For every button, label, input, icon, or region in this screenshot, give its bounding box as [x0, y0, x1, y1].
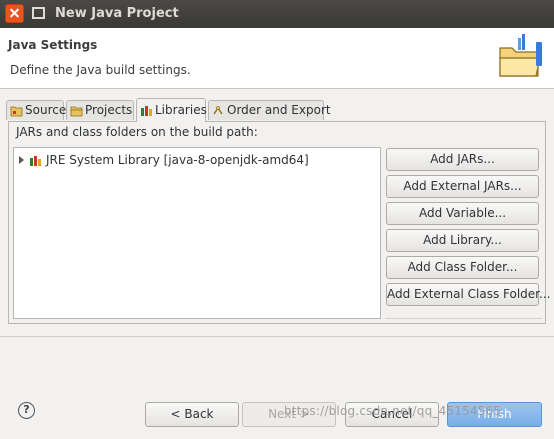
- add-external-class-folder-button[interactable]: Add External Class Folder...: [386, 283, 550, 306]
- window-title: New Java Project: [55, 6, 179, 21]
- page-title: Java Settings: [8, 38, 98, 52]
- tab-order-export-label: Order and Export: [227, 103, 331, 117]
- tab-projects-label: Projects: [85, 103, 133, 117]
- add-external-jars-button[interactable]: Add External JARs...: [386, 175, 539, 198]
- tree-item-jre-system-library[interactable]: JRE System Library [java-8-openjdk-amd64…: [16, 151, 309, 169]
- order-export-icon: [213, 105, 223, 114]
- libraries-icon: [141, 105, 152, 116]
- add-library-button[interactable]: Add Library...: [386, 229, 539, 252]
- help-button[interactable]: ?: [18, 402, 35, 419]
- close-window-button[interactable]: [5, 4, 24, 23]
- build-path-label: JARs and class folders on the build path…: [16, 125, 258, 139]
- tab-source-label: Source: [25, 103, 67, 117]
- tab-libraries[interactable]: Libraries: [136, 98, 207, 122]
- expand-arrow-icon[interactable]: [19, 156, 24, 164]
- wizard-header: Java Settings Define the Java build sett…: [0, 28, 554, 89]
- window-titlebar: New Java Project: [0, 0, 554, 28]
- libraries-tab-panel: JARs and class folders on the build path…: [8, 121, 550, 324]
- tab-source[interactable]: Source: [6, 100, 67, 120]
- build-path-tree[interactable]: JRE System Library [java-8-openjdk-amd64…: [13, 147, 381, 319]
- footer-separator: [0, 336, 554, 337]
- tab-libraries-label: Libraries: [155, 103, 207, 117]
- jre-library-icon: [30, 155, 41, 166]
- new-java-project-wizard-icon: [499, 34, 542, 77]
- add-variable-button[interactable]: Add Variable...: [386, 202, 539, 225]
- tree-item-label: JRE System Library [java-8-openjdk-amd64…: [46, 153, 309, 167]
- projects-folder-icon: [70, 106, 83, 116]
- add-class-folder-button[interactable]: Add Class Folder...: [386, 256, 539, 279]
- add-jars-button[interactable]: Add JARs...: [386, 148, 539, 171]
- maximize-window-button[interactable]: [29, 4, 48, 23]
- watermark-text: https://blog.csdn.net/qq_45154565: [284, 404, 502, 418]
- back-button[interactable]: < Back: [145, 402, 239, 427]
- button-area-divider: [385, 318, 542, 323]
- tab-projects[interactable]: Projects: [66, 100, 134, 120]
- source-folder-icon: [10, 106, 23, 116]
- page-description: Define the Java build settings.: [10, 63, 191, 77]
- tab-order-and-export[interactable]: Order and Export: [208, 100, 331, 120]
